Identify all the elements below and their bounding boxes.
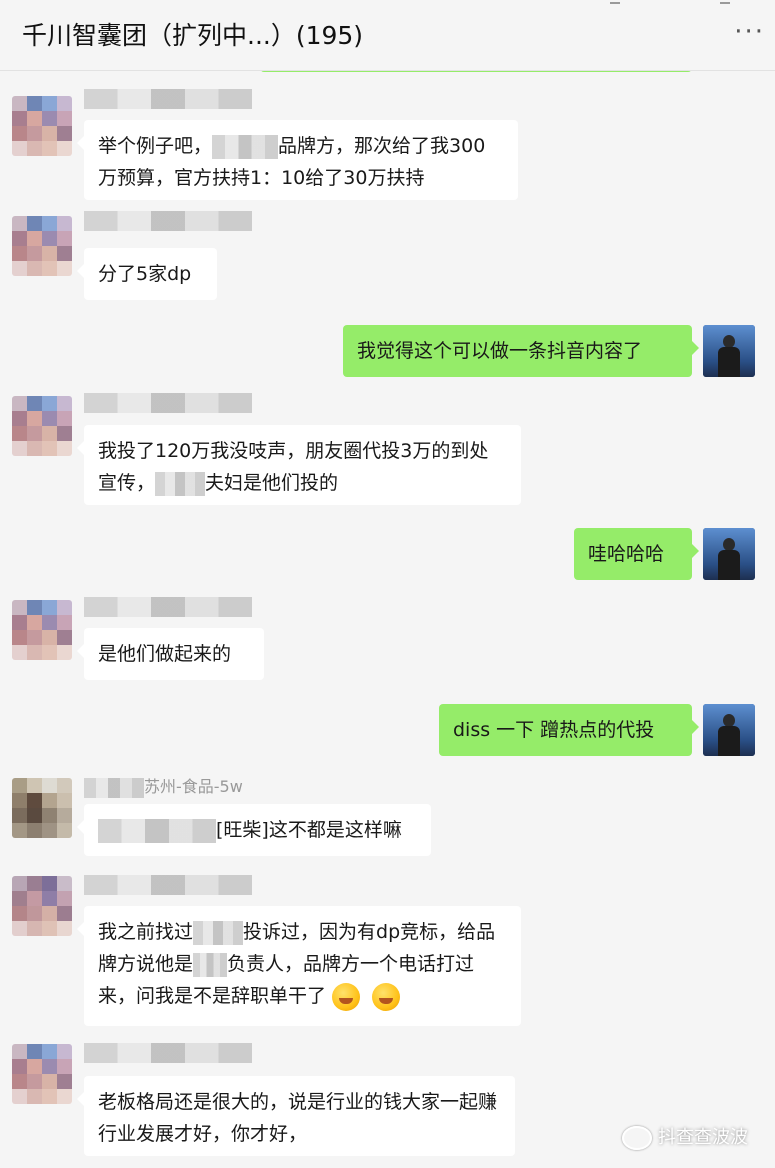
more-icon[interactable]: ···: [734, 19, 765, 45]
chat-title: 千川智囊团（扩列中...）(195): [22, 21, 364, 50]
window-controls: [610, 0, 730, 4]
avatar[interactable]: [12, 96, 72, 156]
message-text: 我之前找过: [98, 921, 194, 943]
message-text: 夫妇是他们投的: [205, 472, 339, 494]
message-bubble[interactable]: 是他们做起来的: [77, 628, 264, 680]
avatar[interactable]: [12, 1044, 72, 1104]
sender-nickname: [84, 210, 252, 232]
avatar[interactable]: [12, 216, 72, 276]
message-bubble-self[interactable]: diss 一下 蹭热点的代投: [439, 704, 699, 756]
message-bubble[interactable]: 我投了120万我没吱声，朋友圈代投3万的到处宣传， 夫妇是他们投的: [77, 425, 521, 505]
message-text: 老板格局还是很大的，说是行业的钱大家一起赚行业发展才好，你才好，: [98, 1091, 498, 1145]
avatar[interactable]: [12, 396, 72, 456]
watermark-text: 抖查查波波: [658, 1127, 748, 1148]
watermark: 抖查查波波: [622, 1123, 748, 1150]
message-text: [旺柴]这不都是这样嘛: [216, 819, 402, 841]
sender-nickname: [84, 1042, 252, 1064]
message-text: 是他们做起来的: [98, 643, 232, 665]
self-avatar[interactable]: [703, 704, 755, 756]
message-text: 举个例子吧，: [98, 135, 213, 157]
avatar[interactable]: [12, 876, 72, 936]
sender-nickname: 苏州-食品-5w: [84, 773, 284, 798]
self-avatar[interactable]: [703, 325, 755, 377]
message-text: diss 一下 蹭热点的代投: [453, 719, 655, 741]
message-bubble-self[interactable]: 我觉得这个可以做一条抖音内容了: [343, 325, 699, 377]
sender-nickname: [84, 88, 252, 110]
sender-nickname: [84, 392, 252, 414]
self-avatar[interactable]: [703, 528, 755, 580]
avatar[interactable]: [12, 600, 72, 660]
message-bubble[interactable]: 老板格局还是很大的，说是行业的钱大家一起赚行业发展才好，你才好，: [77, 1076, 515, 1156]
sender-nickname: [84, 874, 252, 896]
chat-header: 千川智囊团（扩列中...）(195) ···: [0, 0, 775, 71]
message-bubble[interactable]: 分了5家dp: [77, 248, 217, 300]
message-text: 我觉得这个可以做一条抖音内容了: [357, 340, 643, 362]
redacted-text: [155, 471, 206, 496]
redacted-text: [193, 920, 244, 945]
message-bubble-self[interactable]: 哇哈哈哈: [574, 528, 699, 580]
avatar[interactable]: [12, 778, 72, 838]
message-bubble[interactable]: [旺柴]这不都是这样嘛: [77, 804, 431, 856]
redacted-text: [212, 134, 279, 159]
wechat-icon: [622, 1126, 652, 1150]
facepalm-laugh-emoji-icon: [372, 982, 401, 1011]
redacted-text: [193, 952, 228, 977]
message-bubble[interactable]: 我之前找过 投诉过，因为有dp竞标，给品牌方说他是 负责人，品牌方一个电话打过来，问…: [77, 906, 521, 1026]
redacted-text: [98, 818, 216, 843]
facepalm-laugh-emoji-icon: [332, 982, 361, 1011]
sender-nickname: [84, 596, 252, 618]
sender-group-tag: 苏州-食品-5w: [144, 777, 243, 796]
message-text: 分了5家dp: [98, 263, 192, 285]
message-text: 哇哈哈哈: [588, 543, 665, 565]
message-bubble[interactable]: 举个例子吧， 品牌方，那次给了我300万预算，官方扶持1：10给了30万扶持: [77, 120, 518, 200]
